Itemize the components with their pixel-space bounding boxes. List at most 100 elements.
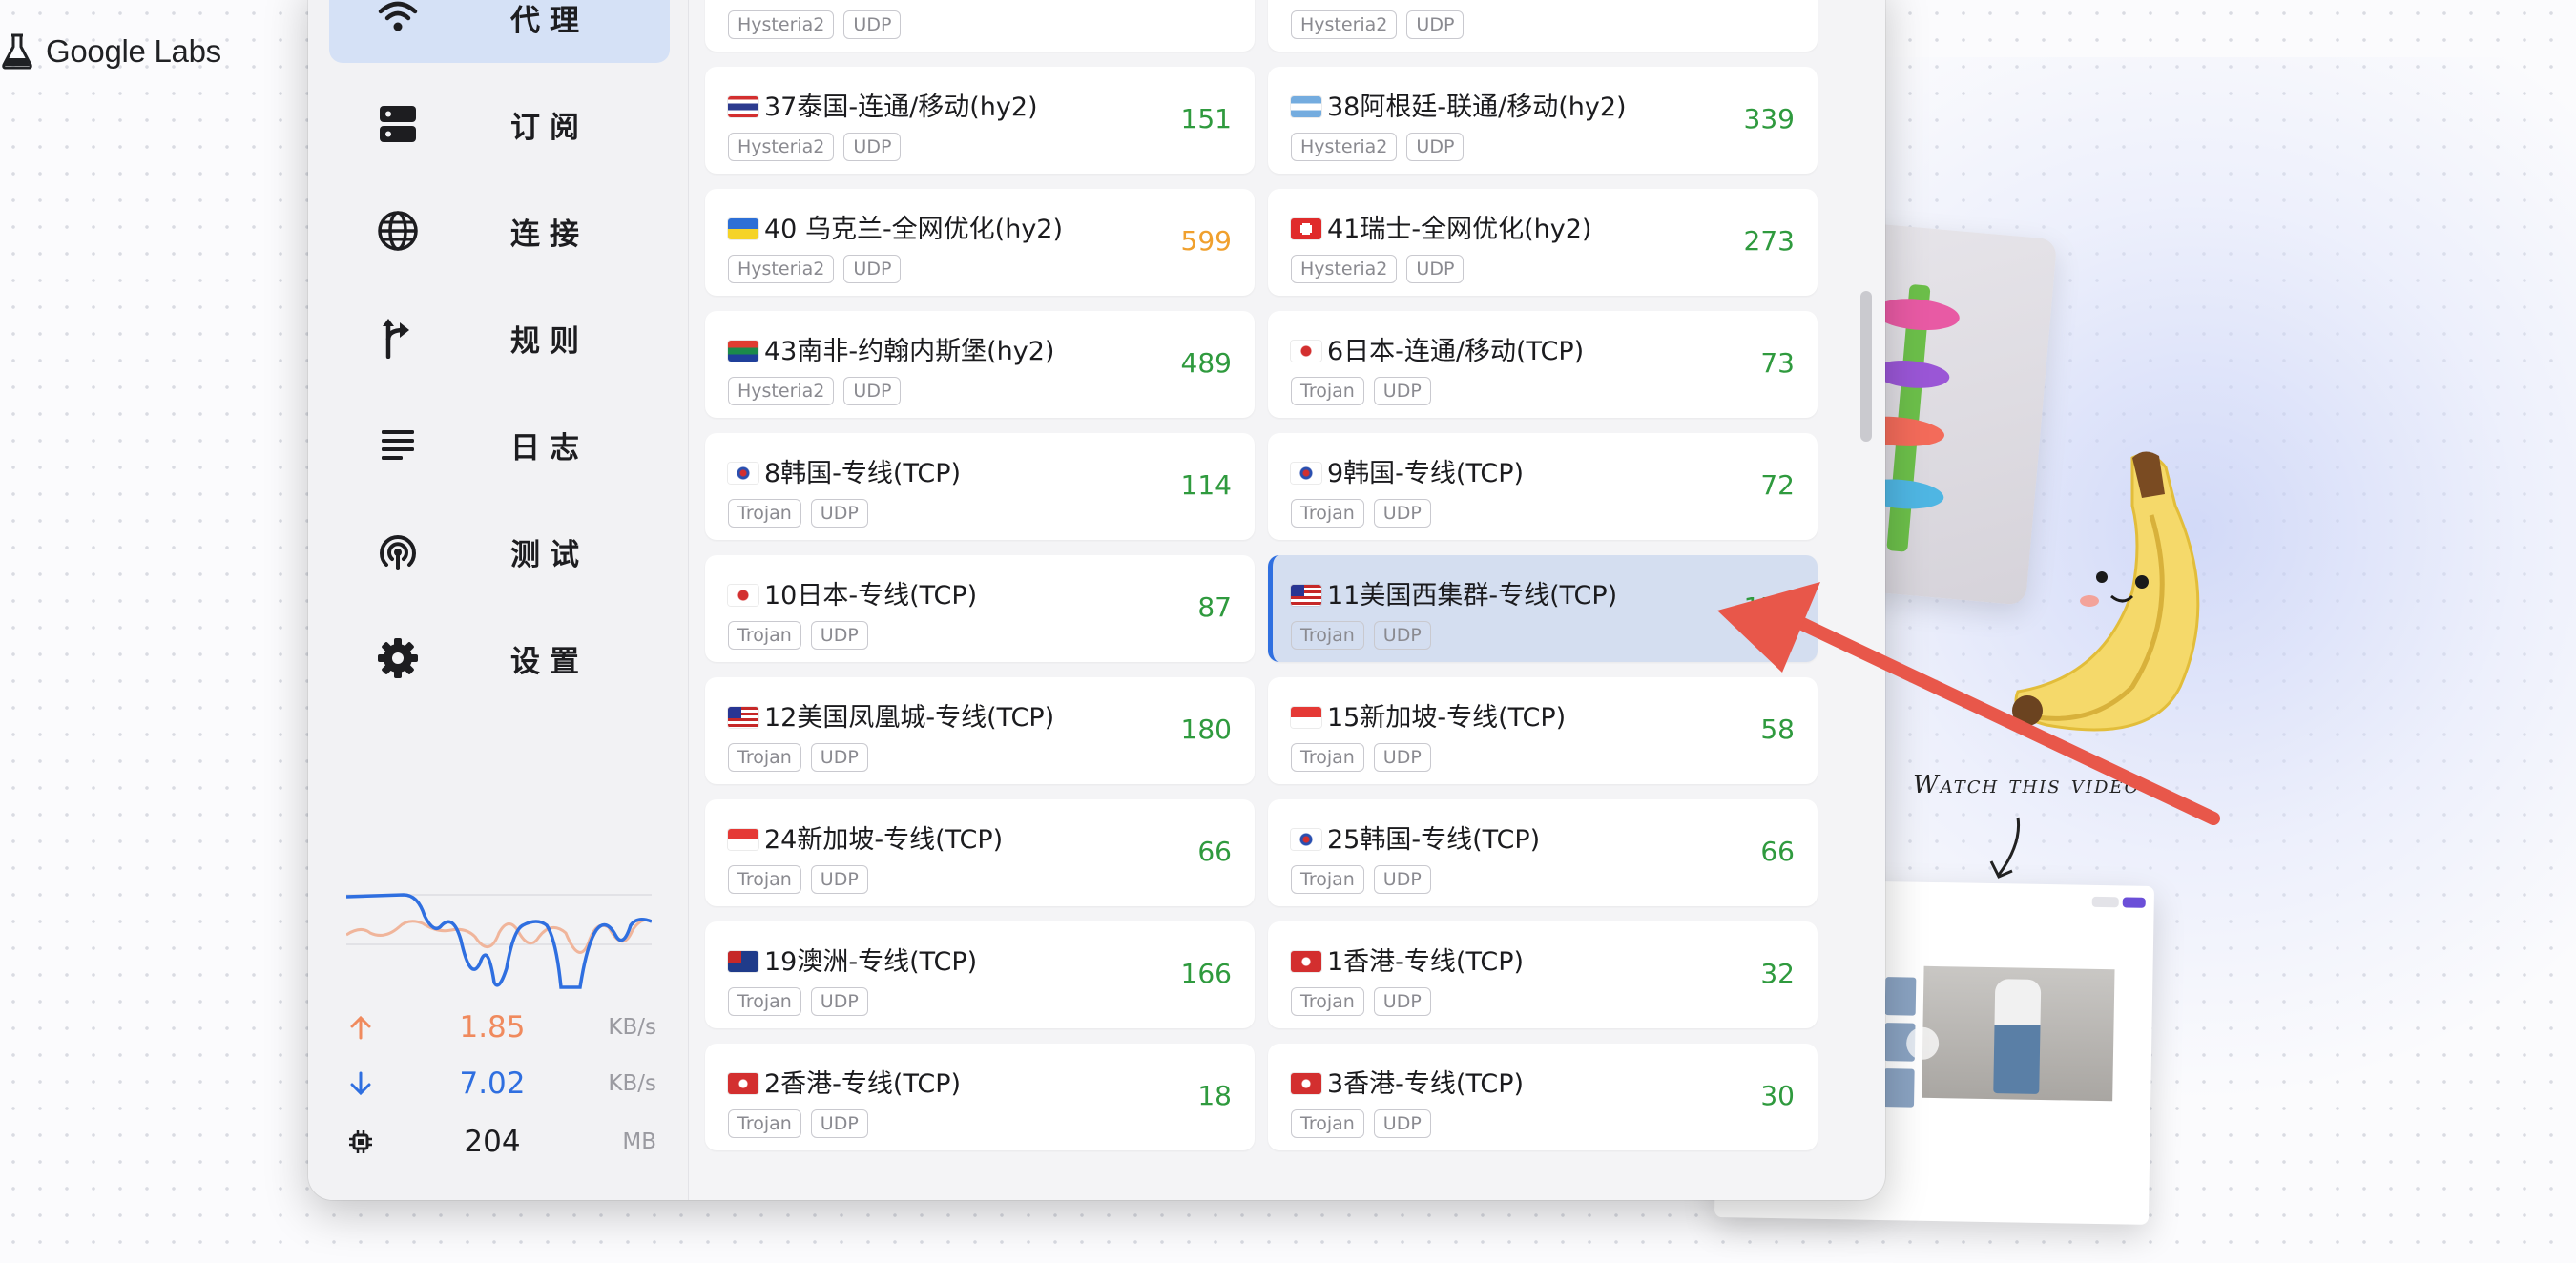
latency-value[interactable]: 151 — [1181, 103, 1232, 135]
latency-value[interactable]: 18 — [1197, 1080, 1232, 1111]
wifi-icon — [377, 0, 419, 38]
protocol-tag: Trojan — [1291, 743, 1364, 772]
proxy-card[interactable]: 40 乌克兰-全网优化(hy2) Hysteria2 UDP 599 — [705, 189, 1255, 296]
flag-icon — [1291, 707, 1321, 728]
latency-value[interactable]: 87 — [1197, 591, 1232, 623]
proxy-card[interactable]: Hysteria2 UDP — [1268, 0, 1818, 52]
latency-value[interactable]: 599 — [1181, 225, 1232, 257]
memory-usage: 204 — [464, 1125, 521, 1159]
protocol-tag: UDP — [843, 377, 902, 405]
google-labs-logo[interactable]: Google Labs — [0, 32, 221, 71]
proxy-tags: Trojan UDP — [1291, 377, 1431, 405]
proxy-name: 37泰国-连通/移动(hy2) — [728, 86, 1038, 123]
latency-value[interactable]: 72 — [1760, 469, 1795, 501]
proxy-tags: Trojan UDP — [728, 1109, 868, 1138]
nav-item-proxy[interactable]: 代理 — [329, 0, 670, 63]
proxy-name: 43南非-约翰内斯堡(hy2) — [728, 330, 1054, 367]
proxy-name: 25韩国-专线(TCP) — [1291, 818, 1540, 856]
proxy-tags: Trojan UDP — [1291, 865, 1431, 894]
upload-stat: 1.85 KB/s — [346, 1006, 656, 1048]
proxy-card[interactable]: 10日本-专线(TCP) Trojan UDP 87 — [705, 555, 1255, 662]
proxy-name-text: 15新加坡-专线(TCP) — [1327, 703, 1567, 733]
nav-item-settings[interactable]: 设置 — [329, 612, 670, 704]
latency-value[interactable]: 66 — [1197, 836, 1232, 867]
protocol-tag: UDP — [1373, 987, 1431, 1016]
latency-value[interactable]: 30 — [1760, 1080, 1795, 1111]
proxy-name-text: 2香港-专线(TCP) — [764, 1069, 962, 1099]
route-icon — [377, 317, 419, 359]
proxy-card[interactable]: 19澳洲-专线(TCP) Trojan UDP 166 — [705, 921, 1255, 1028]
latency-value[interactable]: 339 — [1744, 103, 1795, 135]
flag-icon — [728, 463, 758, 484]
protocol-tag: UDP — [810, 621, 868, 650]
protocol-tag: Trojan — [1291, 1109, 1364, 1138]
latency-value[interactable]: 273 — [1744, 225, 1795, 257]
protocol-tag: UDP — [1373, 743, 1431, 772]
proxy-name: 12美国凤凰城-专线(TCP) — [728, 696, 1054, 734]
latency-value[interactable]: 489 — [1181, 347, 1232, 379]
protocol-tag: UDP — [1373, 1109, 1431, 1138]
protocol-tag: UDP — [1373, 865, 1431, 894]
latency-value[interactable]: 73 — [1760, 347, 1795, 379]
protocol-tag: UDP — [1406, 255, 1465, 283]
latency-value[interactable]: 180 — [1181, 714, 1232, 745]
flag-icon — [728, 1073, 758, 1094]
proxy-name: 41瑞士-全网优化(hy2) — [1291, 208, 1591, 245]
protocol-tag: Trojan — [728, 865, 801, 894]
protocol-tag: Hysteria2 — [728, 10, 835, 39]
proxy-card[interactable]: 9韩国-专线(TCP) Trojan UDP 72 — [1268, 433, 1818, 540]
nav-item-test[interactable]: 测试 — [329, 506, 670, 597]
nav-item-rules[interactable]: 规则 — [329, 292, 670, 383]
proxy-name-text: 3香港-专线(TCP) — [1327, 1069, 1525, 1099]
latency-value[interactable]: 32 — [1760, 958, 1795, 989]
latency-value[interactable]: 66 — [1760, 836, 1795, 867]
protocol-tag: UDP — [810, 743, 868, 772]
proxy-card[interactable]: 24新加坡-专线(TCP) Trojan UDP 66 — [705, 799, 1255, 906]
protocol-tag: Trojan — [1291, 377, 1364, 405]
nav-label: 设置 — [510, 644, 589, 679]
proxy-card[interactable]: 3香港-专线(TCP) Trojan UDP 30 — [1268, 1044, 1818, 1150]
proxy-card[interactable]: 8韩国-专线(TCP) Trojan UDP 114 — [705, 433, 1255, 540]
proxy-name-text: 41瑞士-全网优化(hy2) — [1327, 215, 1592, 244]
nav-item-logs[interactable]: 日志 — [329, 399, 670, 490]
proxy-tags: Trojan UDP — [728, 499, 868, 528]
proxy-name-text: 9韩国-专线(TCP) — [1327, 459, 1525, 488]
proxy-card[interactable]: 41瑞士-全网优化(hy2) Hysteria2 UDP 273 — [1268, 189, 1818, 296]
flag-icon — [728, 96, 758, 117]
proxy-name: 3香港-专线(TCP) — [1291, 1063, 1524, 1100]
scrollbar[interactable] — [1860, 291, 1872, 442]
proxy-card[interactable]: 6日本-连通/移动(TCP) Trojan UDP 73 — [1268, 311, 1818, 418]
list-lines-icon — [377, 424, 419, 466]
proxy-card[interactable]: Hysteria2 UDP — [705, 0, 1255, 52]
proxy-card[interactable]: 37泰国-连通/移动(hy2) Hysteria2 UDP 151 — [705, 67, 1255, 174]
proxy-card[interactable]: 43南非-约翰内斯堡(hy2) Hysteria2 UDP 489 — [705, 311, 1255, 418]
proxy-tags: Trojan UDP — [1291, 499, 1431, 528]
memory-chip-icon — [346, 1128, 375, 1156]
sidebar: 代理 订阅 连接 规则 日志 测试 设置 1.85 KB/s 7.02 KB/s… — [308, 0, 689, 1200]
protocol-tag: Hysteria2 — [728, 133, 835, 161]
protocol-tag: UDP — [1373, 377, 1431, 405]
nav-item-subscriptions[interactable]: 订阅 — [329, 78, 670, 170]
nav-item-connections[interactable]: 连接 — [329, 185, 670, 277]
proxy-card[interactable]: 2香港-专线(TCP) Trojan UDP 18 — [705, 1044, 1255, 1150]
protocol-tag: Trojan — [1291, 987, 1364, 1016]
flag-icon — [1291, 96, 1321, 117]
protocol-tag: Trojan — [728, 621, 801, 650]
upload-unit: KB/s — [608, 1015, 656, 1040]
proxy-card[interactable]: 38阿根廷-联通/移动(hy2) Hysteria2 UDP 339 — [1268, 67, 1818, 174]
proxy-name: 8韩国-专线(TCP) — [728, 452, 961, 489]
latency-value[interactable]: 166 — [1181, 958, 1232, 989]
memory-unit: MB — [622, 1129, 656, 1154]
proxy-tags: Hysteria2 UDP — [1291, 10, 1465, 39]
proxy-card[interactable]: 1香港-专线(TCP) Trojan UDP 32 — [1268, 921, 1818, 1028]
nav-label: 规则 — [510, 323, 589, 359]
proxy-tags: Hysteria2 UDP — [728, 10, 902, 39]
protocol-tag: Trojan — [728, 1109, 801, 1138]
latency-value[interactable]: 114 — [1181, 469, 1232, 501]
protocol-tag: UDP — [1373, 499, 1431, 528]
proxy-name-text: 24新加坡-专线(TCP) — [764, 825, 1004, 855]
annotation-arrow-icon — [1717, 582, 2220, 825]
protocol-tag: UDP — [810, 865, 868, 894]
proxy-card[interactable]: 12美国凤凰城-专线(TCP) Trojan UDP 180 — [705, 677, 1255, 784]
proxy-name-text: 37泰国-连通/移动(hy2) — [764, 93, 1038, 122]
